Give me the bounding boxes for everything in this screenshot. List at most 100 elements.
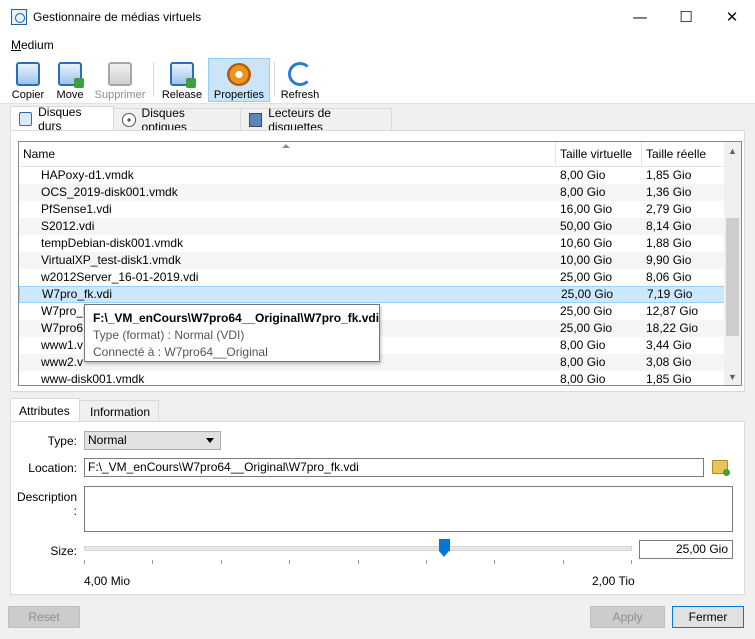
- cell-virtual-size: 25,00 Gio: [561, 287, 614, 301]
- cell-name: w2012Server_16-01-2019.vdi: [41, 270, 199, 284]
- column-actual-size-label: Taille réelle: [646, 147, 707, 161]
- cell-virtual-size: 10,00 Gio: [560, 253, 613, 267]
- window-controls: — ☐ ✕: [617, 0, 755, 34]
- release-button[interactable]: Release: [160, 58, 204, 102]
- table-row[interactable]: PfSense1.vdi 16,00 Gio 2,79 Gio: [19, 201, 726, 218]
- cell-actual-size: 1,36 Gio: [646, 185, 692, 199]
- toolbar-separator: [153, 62, 154, 96]
- tab-attributes[interactable]: Attributes: [10, 398, 80, 422]
- tab-information-label: Information: [90, 404, 151, 419]
- cell-name: www-disk001.vmdk: [41, 372, 145, 386]
- cell-virtual-size: 25,00 Gio: [560, 321, 613, 335]
- app-icon: [11, 9, 27, 25]
- table-row[interactable]: tempDebian-disk001.vmdk 10,60 Gio 1,88 Gio: [19, 235, 726, 252]
- refresh-icon: [288, 62, 312, 86]
- table-row[interactable]: S2012.vdi 50,00 Gio 8,14 Gio: [19, 218, 726, 235]
- location-field[interactable]: F:\_VM_enCours\W7pro64__Original\W7pro_f…: [84, 458, 704, 477]
- properties-button[interactable]: Properties: [208, 58, 270, 102]
- minimize-icon[interactable]: —: [617, 0, 663, 34]
- column-name-label: Name: [23, 147, 56, 161]
- detail-tabs: Attributes Information: [10, 398, 159, 422]
- cell-name: VirtualXP_test-disk1.vmdk: [41, 253, 181, 267]
- size-max-label: 2,00 Tio: [592, 574, 635, 588]
- close-icon[interactable]: ✕: [709, 0, 755, 34]
- table-row[interactable]: OCS_2019-disk001.vmdk 8,00 Gio 1,36 Gio: [19, 184, 726, 201]
- tab-optical-disks[interactable]: Disques optiques: [113, 106, 241, 134]
- vertical-scrollbar[interactable]: ▲ ▼: [724, 142, 741, 385]
- scroll-up-icon[interactable]: ▲: [724, 142, 741, 159]
- cell-name: PfSense1.vdi: [41, 202, 112, 216]
- size-label: Size:: [50, 544, 77, 558]
- reset-button[interactable]: Reset: [8, 606, 80, 628]
- tooltip-path: F:\_VM_enCours\W7pro64__Original\W7pro_f…: [93, 311, 380, 325]
- menu-medium[interactable]: Medium: [11, 38, 54, 52]
- cell-virtual-size: 8,00 Gio: [560, 168, 606, 182]
- cell-virtual-size: 10,60 Gio: [560, 236, 613, 250]
- cell-virtual-size: 25,00 Gio: [560, 270, 613, 284]
- maximize-icon[interactable]: ☐: [663, 0, 709, 34]
- copy-disk-icon: [16, 62, 40, 86]
- medium-tooltip: F:\_VM_enCours\W7pro64__Original\W7pro_f…: [84, 304, 380, 362]
- move-button[interactable]: Move: [51, 58, 89, 102]
- menu-bar: Medium: [0, 34, 755, 56]
- type-select[interactable]: Normal: [84, 431, 221, 450]
- cell-actual-size: 7,19 Gio: [647, 287, 693, 301]
- refresh-button[interactable]: Refresh: [279, 58, 321, 102]
- cell-name: S2012.vdi: [41, 219, 95, 233]
- table-row[interactable]: W7pro_fk.vdi 25,00 Gio 7,19 Gio: [19, 286, 726, 303]
- description-field[interactable]: [84, 486, 733, 532]
- cell-actual-size: 3,44 Gio: [646, 338, 692, 352]
- cell-actual-size: 1,88 Gio: [646, 236, 692, 250]
- close-button[interactable]: Fermer: [672, 606, 744, 628]
- scroll-thumb[interactable]: [726, 218, 739, 336]
- cell-virtual-size: 25,00 Gio: [560, 304, 613, 318]
- toolbar: Copier Move Supprimer Release Properties…: [0, 56, 755, 104]
- scroll-down-icon[interactable]: ▼: [724, 368, 741, 385]
- type-label: Type:: [47, 434, 77, 448]
- size-slider-thumb[interactable]: [439, 539, 451, 557]
- cell-virtual-size: 8,00 Gio: [560, 338, 606, 352]
- cell-actual-size: 1,85 Gio: [646, 372, 692, 386]
- delete-button[interactable]: Supprimer: [92, 58, 148, 102]
- table-row[interactable]: HAPoxy-d1.vmdk 8,00 Gio 1,85 Gio: [19, 167, 726, 184]
- type-select-value: Normal: [88, 433, 127, 447]
- tab-hard-disks[interactable]: Disques durs: [10, 104, 114, 133]
- choose-location-folder-icon[interactable]: [712, 460, 730, 476]
- tab-floppy-disks[interactable]: Lecteurs de disquettes: [240, 106, 392, 134]
- cell-actual-size: 3,08 Gio: [646, 355, 692, 369]
- delete-label: Supprimer: [94, 89, 146, 101]
- tab-hard-disks-label: Disques durs: [38, 104, 82, 133]
- move-label: Move: [56, 89, 84, 101]
- chevron-down-icon: [206, 438, 214, 443]
- size-slider-ticks: [84, 560, 632, 564]
- cell-actual-size: 8,06 Gio: [646, 270, 692, 284]
- refresh-label: Refresh: [280, 89, 320, 101]
- cell-name: tempDebian-disk001.vmdk: [41, 236, 184, 250]
- tab-information[interactable]: Information: [79, 400, 159, 422]
- cell-name: HAPoxy-d1.vmdk: [41, 168, 134, 182]
- media-type-tabs: Disques durs Disques optiques Lecteurs d…: [10, 104, 392, 134]
- table-row[interactable]: w2012Server_16-01-2019.vdi 25,00 Gio 8,06 …: [19, 269, 726, 286]
- cell-name: W7pro_fk.vdi: [42, 287, 113, 301]
- cell-actual-size: 9,90 Gio: [646, 253, 692, 267]
- delete-disk-icon: [108, 62, 132, 86]
- location-field-value: F:\_VM_enCours\W7pro64__Original\W7pro_f…: [88, 460, 359, 474]
- cell-virtual-size: 8,00 Gio: [560, 372, 606, 386]
- tooltip-attached: Connecté à : W7pro64__Original: [93, 345, 268, 359]
- copy-button[interactable]: Copier: [8, 58, 48, 102]
- cell-virtual-size: 50,00 Gio: [560, 219, 613, 233]
- table-row[interactable]: VirtualXP_test-disk1.vmdk 10,00 Gio 9,90 G…: [19, 252, 726, 269]
- description-label: Description :: [16, 490, 77, 518]
- table-row[interactable]: www-disk001.vmdk 8,00 Gio 1,85 Gio: [19, 371, 726, 386]
- size-slider-track[interactable]: [84, 546, 632, 551]
- copy-label: Copier: [11, 89, 45, 101]
- size-field[interactable]: 25,00 Gio: [639, 540, 733, 559]
- column-header-actual-size[interactable]: Taille réelle: [642, 142, 726, 167]
- title-bar: Gestionnaire de médias virtuels — ☐ ✕: [0, 0, 755, 34]
- apply-button[interactable]: Apply: [590, 606, 665, 628]
- properties-gear-icon: [227, 63, 251, 86]
- column-header-virtual-size[interactable]: Taille virtuelle: [556, 142, 642, 167]
- properties-label: Properties: [213, 89, 265, 101]
- hard-disk-icon: [19, 111, 33, 126]
- sort-ascending-icon: [282, 144, 290, 148]
